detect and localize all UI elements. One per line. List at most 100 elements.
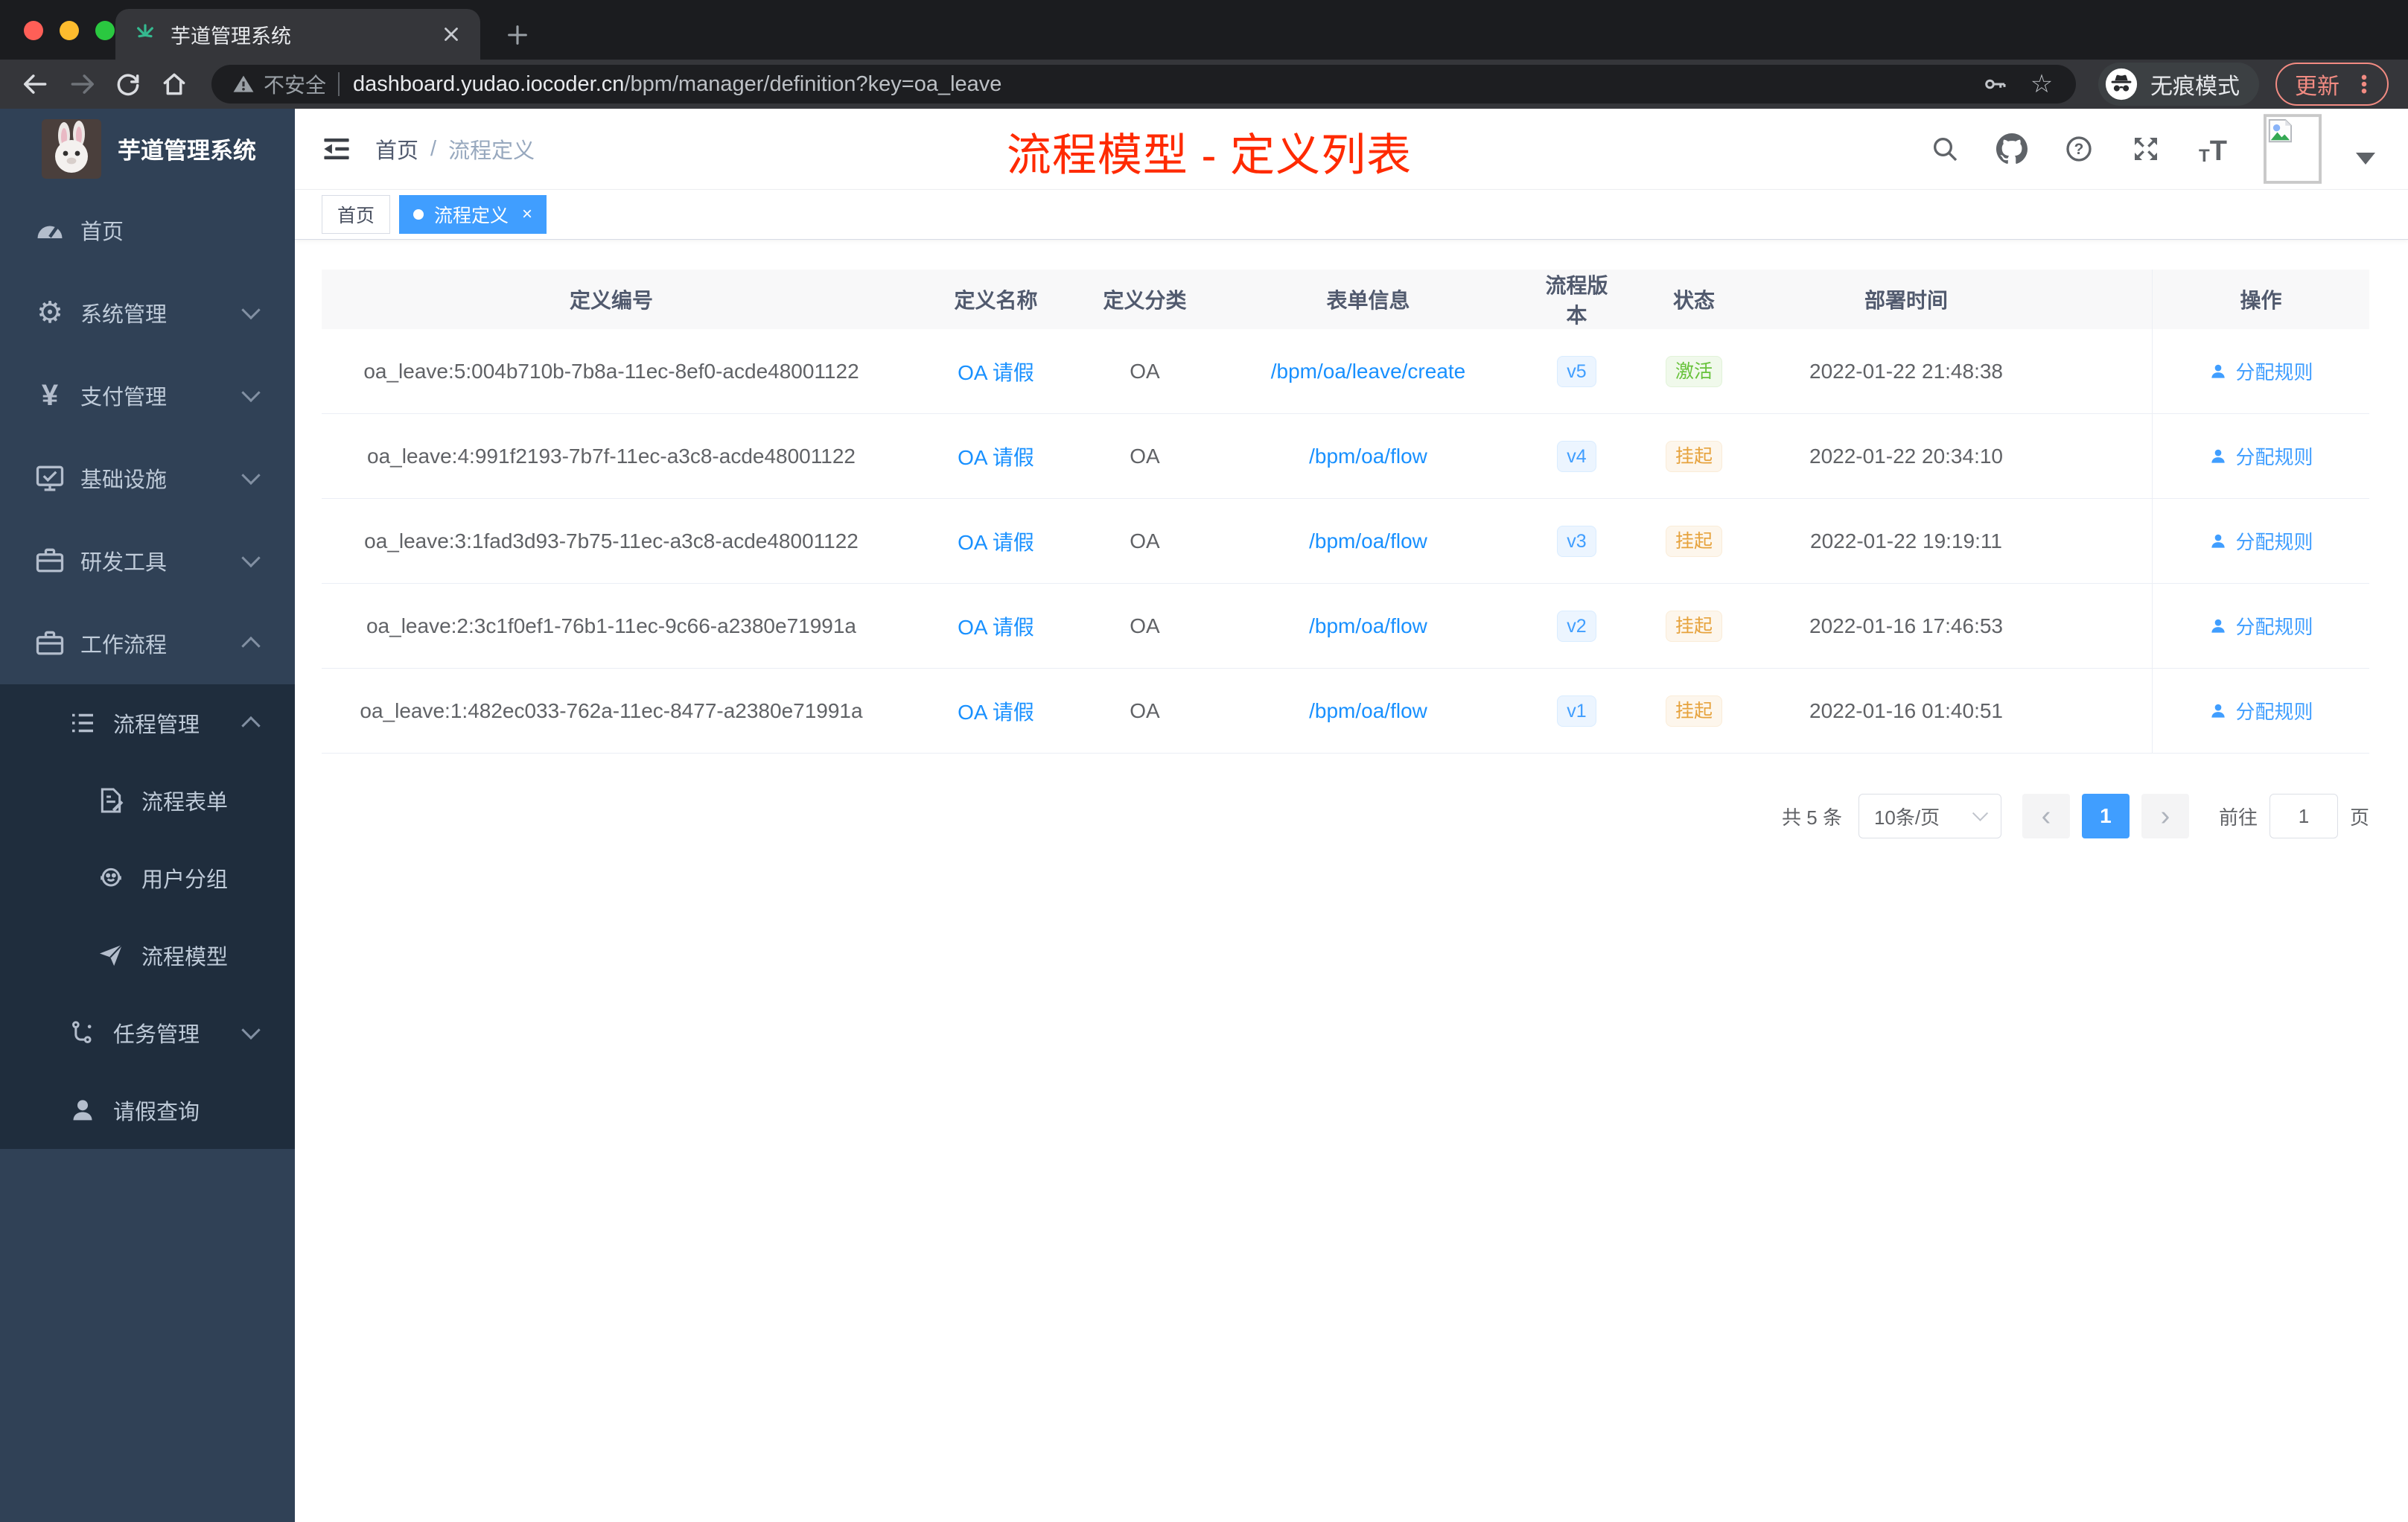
kebab-menu-icon[interactable] bbox=[2351, 71, 2377, 97]
password-key-icon[interactable] bbox=[1981, 69, 2010, 99]
tag-process-definition[interactable]: 流程定义 × bbox=[399, 195, 547, 234]
sidebar-item-process-management[interactable]: 流程管理 bbox=[0, 684, 295, 762]
version-badge: v5 bbox=[1557, 355, 1596, 387]
favicon bbox=[133, 22, 157, 46]
forward-button[interactable] bbox=[66, 68, 98, 101]
app-logo bbox=[42, 118, 101, 179]
tag-label: 首页 bbox=[337, 206, 375, 226]
breadcrumb-current: 流程定义 bbox=[448, 139, 535, 163]
reload-button[interactable] bbox=[112, 68, 144, 101]
assign-rule-button[interactable]: 分配规则 bbox=[2208, 527, 2313, 555]
sidebar-item-label: 流程管理 bbox=[113, 713, 200, 737]
browser-tab[interactable]: 芋道管理系统 bbox=[115, 9, 480, 60]
form-link[interactable]: /bpm/oa/flow bbox=[1309, 529, 1427, 553]
definition-name-link[interactable]: OA 请假 bbox=[958, 611, 1034, 641]
browser-update-button[interactable]: 更新 bbox=[2275, 63, 2389, 106]
navbar-actions: ? TT bbox=[1928, 114, 2375, 184]
chevron-down-icon bbox=[241, 300, 261, 319]
form-link[interactable]: /bpm/oa/flow bbox=[1309, 699, 1427, 723]
home-button[interactable] bbox=[158, 68, 191, 101]
document-edit-icon bbox=[94, 783, 128, 818]
assign-rule-button[interactable]: 分配规则 bbox=[2208, 697, 2313, 725]
column-header-id: 定义编号 bbox=[569, 289, 653, 312]
status-badge: 挂起 bbox=[1665, 695, 1722, 727]
chevron-down-icon bbox=[1972, 805, 1989, 821]
tag-home[interactable]: 首页 bbox=[322, 195, 391, 234]
form-link[interactable]: /bpm/oa/flow bbox=[1309, 614, 1427, 638]
app-body: 芋道管理系统 首页 ⚙ 系统管理 ¥ 支付管理 基础设施 研发工具 工作流程 流… bbox=[0, 109, 2408, 1522]
sidebar-item-leave-query[interactable]: 请假查询 bbox=[0, 1072, 295, 1149]
goto-page-input[interactable]: 1 bbox=[2269, 794, 2338, 838]
paper-plane-icon bbox=[94, 938, 128, 972]
prev-page-button[interactable]: ‹ bbox=[2022, 794, 2070, 838]
back-button[interactable] bbox=[19, 68, 52, 101]
cell-category: OA bbox=[1130, 359, 1160, 383]
goto-label: 前往 bbox=[2218, 806, 2258, 829]
workflow-submenu: 流程管理 流程表单 用户分组 流程模型 任务管理 请假查询 bbox=[0, 684, 295, 1149]
avatar[interactable] bbox=[2264, 114, 2322, 184]
font-size-icon[interactable]: TT bbox=[2197, 133, 2229, 165]
update-label: 更新 bbox=[2295, 74, 2339, 99]
next-page-button[interactable]: › bbox=[2141, 794, 2189, 838]
cell-definition-id: oa_leave:4:991f2193-7b7f-11ec-a3c8-acde4… bbox=[367, 444, 856, 468]
tab-close-icon[interactable] bbox=[440, 23, 462, 45]
definition-table: 定义编号 定义名称 定义分类 表单信息 流程版本 状态 部署时间 操作 oa_l… bbox=[322, 270, 2369, 754]
form-link[interactable]: /bpm/oa/leave/create bbox=[1271, 360, 1466, 383]
breadcrumb-home[interactable]: 首页 bbox=[375, 133, 418, 165]
fullscreen-icon[interactable] bbox=[2130, 133, 2162, 165]
monitor-check-icon bbox=[33, 461, 67, 495]
page-1-button[interactable]: 1 bbox=[2081, 794, 2130, 838]
url-path: /bpm/manager/definition?key=oa_leave bbox=[624, 71, 1002, 96]
status-badge: 挂起 bbox=[1665, 610, 1722, 642]
sidebar-item-workflow[interactable]: 工作流程 bbox=[0, 602, 295, 684]
incognito-label: 无痕模式 bbox=[2150, 74, 2240, 99]
sidebar-item-label: 支付管理 bbox=[80, 385, 168, 410]
list-tree-icon bbox=[66, 706, 100, 740]
sidebar-item-process-form[interactable]: 流程表单 bbox=[0, 762, 295, 839]
avatar-dropdown-caret[interactable] bbox=[2356, 153, 2375, 165]
sidebar-item-process-model[interactable]: 流程模型 bbox=[0, 917, 295, 994]
bookmark-star-icon[interactable]: ☆ bbox=[2027, 69, 2057, 99]
sidebar-item-home[interactable]: 首页 bbox=[0, 188, 295, 271]
status-badge: 激活 bbox=[1665, 355, 1722, 387]
version-badge: v3 bbox=[1557, 525, 1596, 557]
sidebar-fold-icon[interactable] bbox=[320, 133, 353, 165]
column-header-name: 定义名称 bbox=[954, 289, 1038, 312]
sidebar-item-user-group[interactable]: 用户分组 bbox=[0, 839, 295, 917]
address-bar[interactable]: 不安全 dashboard.yudao.iocoder.cn /bpm/mana… bbox=[211, 65, 2076, 104]
table-row: oa_leave:4:991f2193-7b7f-11ec-a3c8-acde4… bbox=[322, 414, 2369, 499]
assign-rule-button[interactable]: 分配规则 bbox=[2208, 357, 2313, 385]
browser-tab-strip: 芋道管理系统 bbox=[0, 0, 2408, 60]
security-warning-icon[interactable] bbox=[231, 71, 256, 97]
definition-name-link[interactable]: OA 请假 bbox=[958, 442, 1034, 471]
page-unit-label: 页 bbox=[2349, 806, 2369, 829]
active-dot bbox=[413, 209, 424, 220]
github-icon[interactable] bbox=[1995, 133, 2028, 165]
definition-name-link[interactable]: OA 请假 bbox=[958, 696, 1034, 726]
help-icon[interactable]: ? bbox=[2063, 133, 2095, 165]
sidebar-item-task-management[interactable]: 任务管理 bbox=[0, 994, 295, 1072]
user-group-icon bbox=[94, 861, 128, 895]
sidebar-item-payment[interactable]: ¥ 支付管理 bbox=[0, 354, 295, 436]
sidebar-item-infrastructure[interactable]: 基础设施 bbox=[0, 436, 295, 519]
assign-rule-button[interactable]: 分配规则 bbox=[2208, 442, 2313, 470]
sidebar-item-dev-tools[interactable]: 研发工具 bbox=[0, 519, 295, 602]
tag-close-icon[interactable]: × bbox=[522, 206, 532, 223]
screen: 芋道管理系统 不安全 dashboard.yudao.iocoder.cn /b… bbox=[0, 0, 2408, 1522]
sidebar-item-system[interactable]: ⚙ 系统管理 bbox=[0, 271, 295, 354]
definition-name-link[interactable]: OA 请假 bbox=[958, 526, 1034, 556]
window-minimize-button[interactable] bbox=[60, 21, 79, 40]
window-zoom-button[interactable] bbox=[95, 21, 115, 40]
breadcrumb: 首页 / 流程定义 bbox=[375, 133, 535, 165]
new-tab-button[interactable] bbox=[500, 18, 535, 52]
assign-rule-button[interactable]: 分配规则 bbox=[2208, 612, 2313, 640]
page-size-select[interactable]: 10条/页 bbox=[1858, 794, 2001, 838]
definition-name-link[interactable]: OA 请假 bbox=[958, 357, 1034, 386]
form-link[interactable]: /bpm/oa/flow bbox=[1309, 445, 1427, 468]
annotation-title: 流程模型 - 定义列表 bbox=[1006, 130, 1412, 180]
svg-text:?: ? bbox=[2074, 141, 2084, 158]
window-close-button[interactable] bbox=[24, 21, 43, 40]
search-icon[interactable] bbox=[1928, 133, 1961, 165]
pagination: 共 5 条 10条/页 ‹ 1 › 前往 1 页 bbox=[322, 794, 2369, 838]
cell-category: OA bbox=[1130, 444, 1160, 468]
